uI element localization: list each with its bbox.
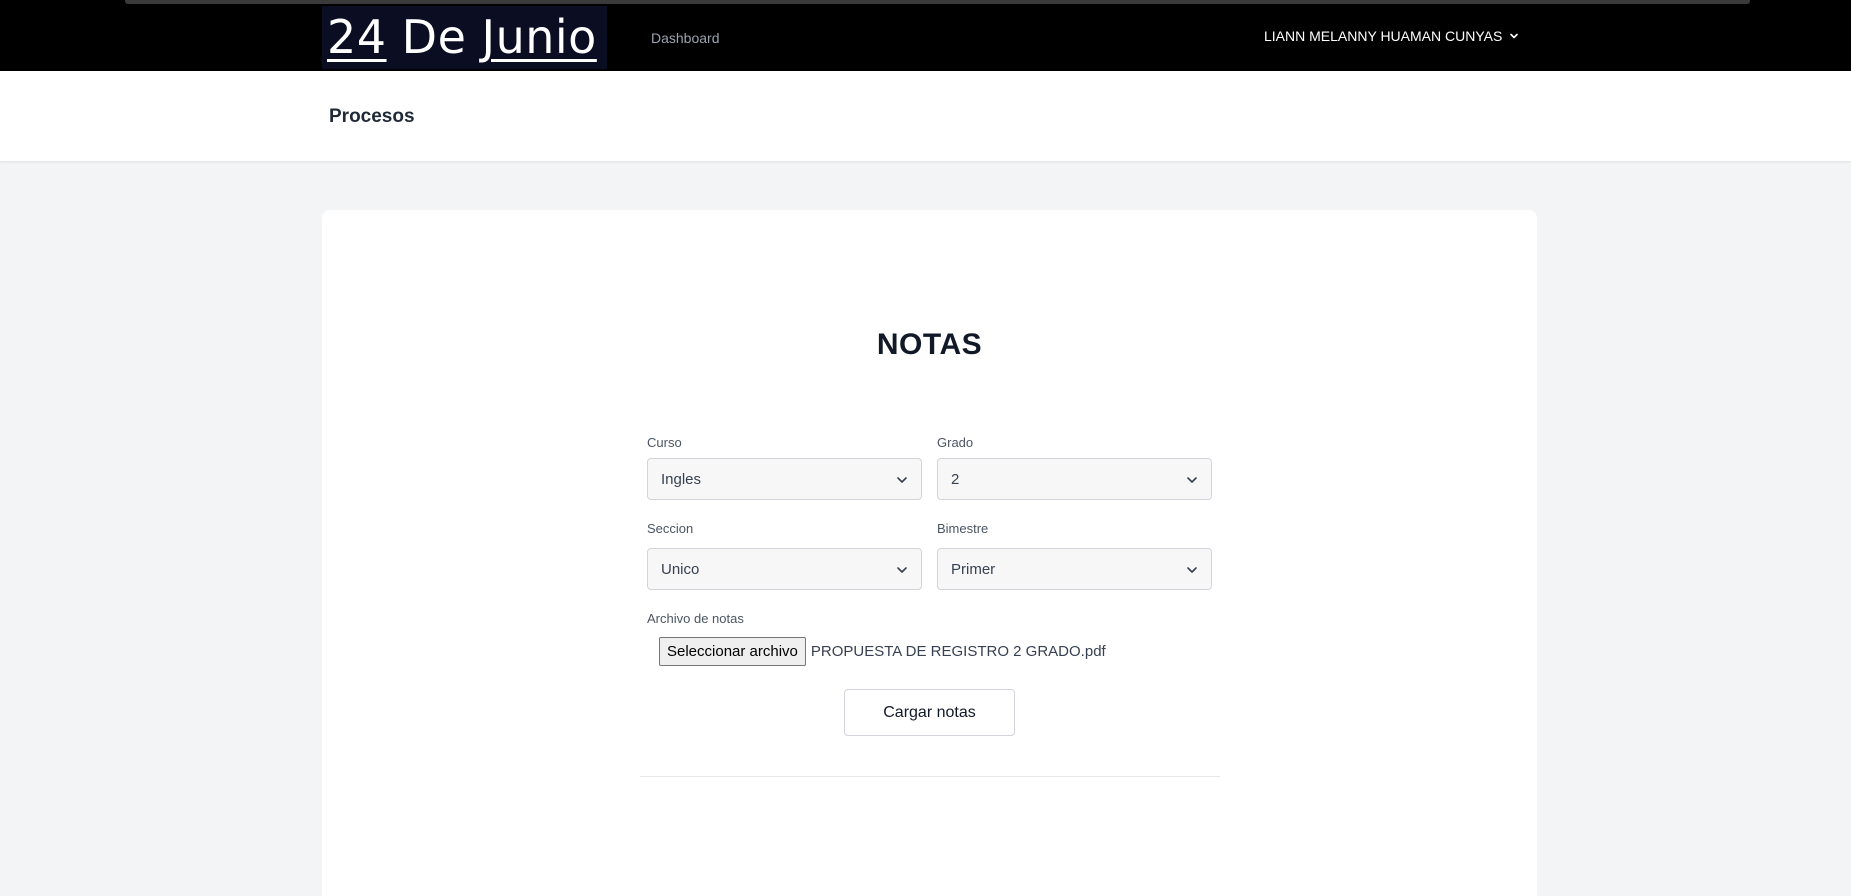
user-menu-dropdown[interactable]: LIANN MELANNY HUAMAN CUNYAS bbox=[1264, 28, 1520, 44]
chevron-down-icon bbox=[1510, 33, 1519, 39]
form-title: NOTAS bbox=[876, 328, 983, 361]
school-logo[interactable]: 24 De Junio bbox=[322, 6, 607, 69]
archivo-label: Archivo de notas bbox=[647, 611, 744, 626]
curso-select-value: Ingles bbox=[661, 470, 702, 488]
page-title: Procesos bbox=[329, 106, 415, 127]
page-header: Procesos bbox=[0, 71, 1851, 162]
bimestre-label: Bimestre bbox=[937, 521, 989, 536]
seccion-label: Seccion bbox=[647, 521, 694, 536]
file-input: Seleccionar archivo PROPUESTA DE REGISTR… bbox=[659, 637, 1106, 666]
upload-grades-button[interactable]: Cargar notas bbox=[844, 689, 1015, 736]
top-navbar: 24 De Junio Dashboard LIANN MELANNY HUAM… bbox=[0, 0, 1851, 71]
grado-select[interactable]: 2 bbox=[937, 458, 1212, 500]
selected-file-name: PROPUESTA DE REGISTRO 2 GRADO.pdf bbox=[810, 643, 1106, 660]
bimestre-select[interactable]: Primer bbox=[937, 548, 1212, 590]
divider bbox=[640, 776, 1220, 777]
browser-scroll-strip bbox=[125, 0, 1750, 4]
curso-label: Curso bbox=[647, 435, 682, 450]
logo-part-number: 24 bbox=[327, 10, 387, 64]
main-card: NOTAS Curso Ingles Grado 2 Seccion Unico… bbox=[322, 210, 1537, 896]
chevron-down-icon bbox=[897, 477, 907, 483]
user-name: LIANN MELANNY HUAMAN CUNYAS bbox=[1264, 28, 1503, 44]
logo-part-month: Junio bbox=[481, 10, 597, 64]
select-file-button[interactable]: Seleccionar archivo bbox=[659, 637, 806, 666]
curso-select[interactable]: Ingles bbox=[647, 458, 922, 500]
seccion-select-value: Unico bbox=[661, 560, 700, 578]
chevron-down-icon bbox=[1187, 477, 1197, 483]
bimestre-select-value: Primer bbox=[951, 560, 996, 578]
grado-label: Grado bbox=[937, 435, 974, 450]
nav-link-dashboard[interactable]: Dashboard bbox=[651, 30, 720, 46]
grado-select-value: 2 bbox=[951, 470, 960, 488]
logo-part-de: De bbox=[386, 10, 482, 64]
logo-text: 24 De Junio bbox=[327, 10, 597, 64]
seccion-select[interactable]: Unico bbox=[647, 548, 922, 590]
chevron-down-icon bbox=[1187, 567, 1197, 573]
chevron-down-icon bbox=[897, 567, 907, 573]
